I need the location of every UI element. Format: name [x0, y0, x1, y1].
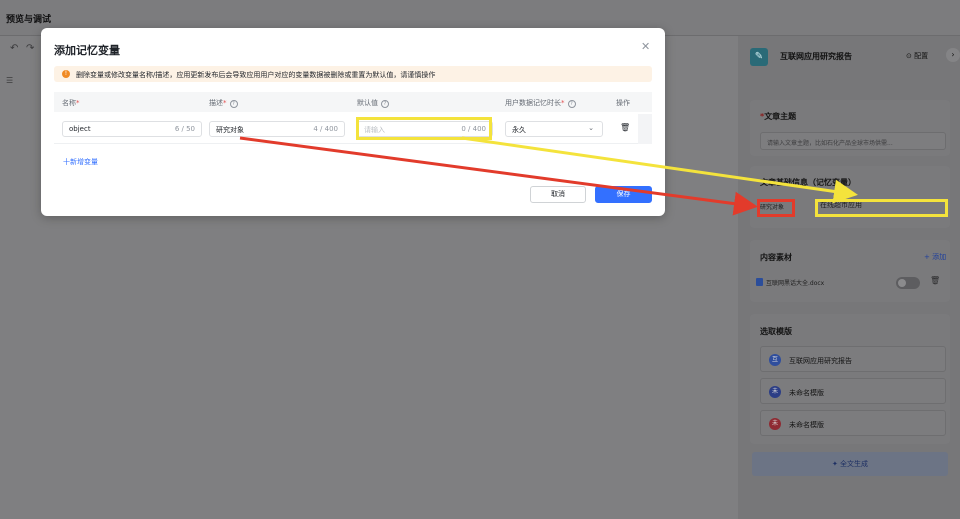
yellow-arrow — [461, 136, 858, 204]
annotation-arrows — [239, 136, 858, 216]
red-arrow — [239, 136, 758, 216]
